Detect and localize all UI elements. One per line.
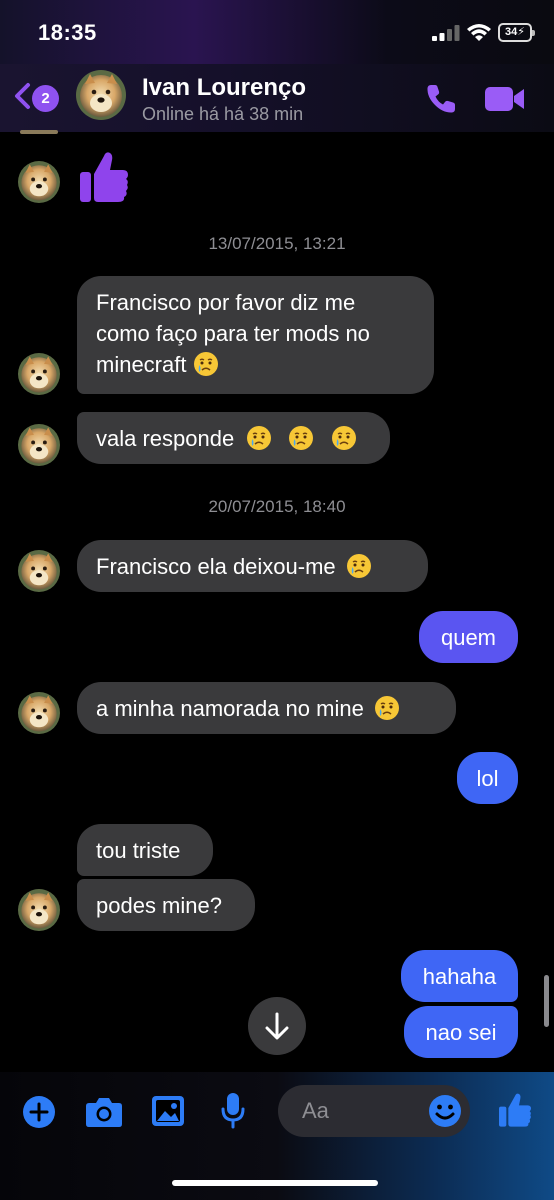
partial-avatar [20, 130, 58, 134]
battery-level: 34 [505, 26, 518, 38]
chat-header: 2 Ivan Lourenço Online há há 38 min [0, 64, 554, 132]
presence-status: Online há há 38 min [142, 104, 304, 124]
message-text: Francisco por favor diz me [96, 290, 356, 315]
contact-avatar[interactable] [76, 70, 126, 120]
contact-avatar-small [18, 550, 60, 592]
crying-emoji-icon [288, 425, 314, 451]
unread-badge[interactable]: 2 [32, 85, 59, 112]
home-indicator [172, 1180, 378, 1186]
contact-avatar-small [18, 692, 60, 734]
incoming-message[interactable]: vala responde [77, 412, 390, 464]
phone-icon[interactable] [424, 82, 458, 116]
outgoing-message[interactable]: nao sei [404, 1006, 518, 1058]
smiley-icon[interactable] [428, 1094, 462, 1128]
plus-icon[interactable] [22, 1095, 56, 1129]
microphone-icon[interactable] [220, 1092, 246, 1130]
battery-indicator: 34⚡ [498, 23, 535, 42]
message-text: a minha namorada no mine [96, 696, 364, 721]
message-text: Francisco ela deixou-me [96, 554, 336, 579]
contact-name[interactable]: Ivan Lourenço [142, 74, 306, 102]
date-divider: 13/07/2015, 13:21 [208, 234, 346, 253]
scrollbar[interactable] [544, 975, 549, 1027]
contact-avatar-small [18, 161, 60, 203]
crying-emoji-icon [193, 351, 219, 377]
date-divider: 20/07/2015, 18:40 [208, 497, 346, 516]
message-input[interactable]: Aa [278, 1085, 470, 1137]
contact-avatar-small [18, 424, 60, 466]
message-text: nao sei [425, 1020, 497, 1045]
cellular-signal-icon [432, 25, 460, 41]
camera-icon[interactable] [85, 1096, 123, 1128]
incoming-message[interactable]: tou triste [77, 824, 213, 876]
message-text: hahaha [422, 964, 497, 989]
arrow-down-icon [265, 1012, 289, 1040]
message-input-placeholder: Aa [302, 1098, 329, 1123]
outgoing-message[interactable]: quem [419, 611, 518, 663]
incoming-message[interactable]: a minha namorada no mine [77, 682, 456, 734]
scroll-to-bottom-button[interactable] [248, 997, 306, 1055]
status-bar: 18:35 34⚡ [0, 0, 554, 64]
crying-emoji-icon [346, 553, 372, 579]
contact-avatar-small [18, 889, 60, 931]
back-chevron-icon[interactable] [12, 82, 32, 110]
video-camera-icon[interactable] [484, 84, 526, 114]
message-text: tou triste [96, 838, 181, 863]
outgoing-message[interactable]: hahaha [401, 950, 518, 1002]
crying-emoji-icon [331, 425, 357, 451]
outgoing-message[interactable]: lol [457, 752, 518, 804]
incoming-message[interactable]: Francisco por favor diz me como faço par… [77, 276, 434, 394]
incoming-message[interactable]: podes mine? [77, 879, 255, 931]
clock: 18:35 [38, 20, 97, 45]
crying-emoji-icon [374, 695, 400, 721]
thumbs-up-icon [80, 152, 128, 202]
wifi-icon [467, 24, 491, 41]
crying-emoji-icon [246, 425, 272, 451]
thumbs-up-icon[interactable] [497, 1092, 533, 1128]
message-text: como faço para ter mods no [96, 321, 370, 346]
incoming-message[interactable]: Francisco ela deixou-me [77, 540, 428, 592]
message-text: quem [440, 625, 497, 650]
charging-bolt-icon: ⚡ [517, 26, 525, 38]
message-text: lol [476, 766, 499, 791]
message-text: minecraft [96, 352, 187, 377]
contact-avatar-small [18, 353, 60, 395]
image-icon[interactable] [151, 1095, 185, 1127]
message-text: podes mine? [96, 893, 222, 918]
message-text: vala responde [96, 426, 235, 451]
